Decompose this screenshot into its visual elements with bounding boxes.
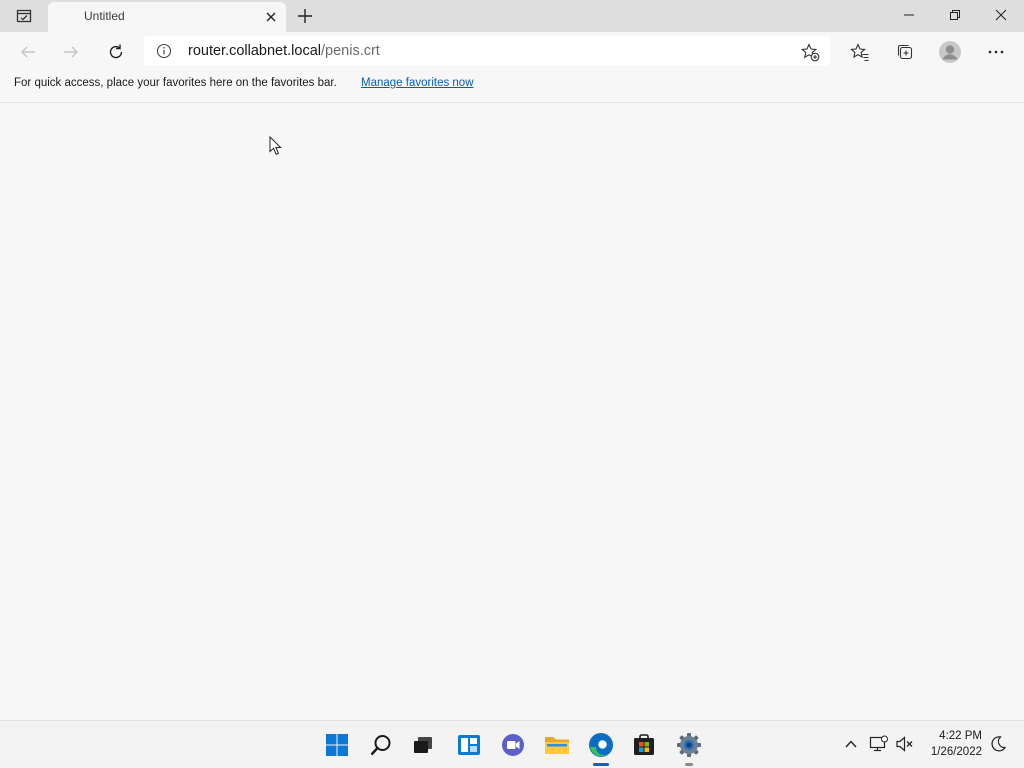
search-button[interactable]: [365, 729, 397, 761]
url-path: /penis.crt: [321, 43, 380, 59]
file-explorer-button[interactable]: [541, 729, 573, 761]
chevron-up-icon: [845, 740, 857, 748]
refresh-button[interactable]: [102, 38, 130, 66]
settings-more-button[interactable]: [982, 38, 1010, 66]
start-button[interactable]: [321, 729, 353, 761]
volume-button[interactable]: [894, 733, 916, 755]
search-icon: [370, 735, 391, 756]
refresh-icon: [109, 44, 123, 59]
taskbar: 4:22 PM 1/26/2022: [0, 720, 1024, 768]
show-hidden-icons-button[interactable]: [840, 733, 862, 755]
running-app-indicator: [685, 763, 693, 766]
restore-icon: [950, 10, 960, 20]
favorites-bar: For quick access, place your favorites h…: [0, 72, 1024, 103]
chat-button[interactable]: [497, 729, 529, 761]
store-icon: [634, 734, 654, 755]
address-bar[interactable]: router.collabnet.local/penis.crt: [144, 36, 830, 66]
settings-button[interactable]: [673, 729, 705, 761]
close-icon: [266, 12, 276, 22]
minimize-icon: [904, 14, 914, 16]
favorites-bar-message: For quick access, place your favorites h…: [14, 77, 337, 89]
forward-button[interactable]: [57, 38, 85, 66]
back-button[interactable]: [14, 38, 42, 66]
close-icon: [995, 9, 1007, 21]
network-icon: [869, 735, 888, 752]
new-tab-button[interactable]: [292, 4, 318, 28]
widgets-button[interactable]: [453, 729, 485, 761]
browser-window: Untitled router.collabnet.local/penis.cr…: [0, 0, 1024, 768]
tab-active[interactable]: Untitled: [48, 2, 286, 32]
active-app-indicator: [593, 763, 609, 766]
info-icon[interactable]: [156, 43, 172, 59]
mouse-cursor-icon: [269, 136, 282, 155]
gear-icon: [677, 733, 701, 757]
widgets-icon: [458, 735, 480, 755]
tab-actions-menu-button[interactable]: [8, 4, 40, 28]
avatar-icon: [939, 41, 961, 63]
collections-button[interactable]: [891, 38, 919, 66]
browser-toolbar: router.collabnet.local/penis.crt: [0, 32, 1024, 72]
favorites-button[interactable]: [846, 38, 874, 66]
clock-time: 4:22 PM: [939, 730, 982, 742]
arrow-left-icon: [21, 46, 35, 58]
chat-icon: [502, 734, 524, 756]
more-icon: [988, 50, 1004, 54]
file-explorer-icon: [545, 737, 569, 754]
tab-title: Untitled: [84, 9, 125, 23]
edge-taskbar-button[interactable]: [585, 729, 617, 761]
tab-actions-icon: [16, 9, 32, 23]
start-icon: [326, 734, 348, 756]
restore-button[interactable]: [932, 0, 978, 30]
network-button[interactable]: [868, 733, 890, 755]
tab-strip: Untitled: [0, 0, 1024, 32]
plus-icon: [298, 9, 312, 23]
moon-icon: [991, 736, 1007, 752]
close-window-button[interactable]: [978, 0, 1024, 30]
profile-button[interactable]: [936, 38, 964, 66]
minimize-button[interactable]: [886, 0, 932, 30]
manage-favorites-link[interactable]: Manage favorites now: [361, 77, 474, 89]
url-host: router.collabnet.local: [188, 43, 321, 59]
add-favorite-icon[interactable]: [800, 42, 820, 62]
collections-icon: [897, 44, 913, 60]
tab-close-button[interactable]: [264, 10, 278, 24]
task-view-icon: [414, 737, 432, 753]
focus-assist-button[interactable]: [987, 733, 1009, 755]
edge-icon: [589, 733, 613, 757]
task-view-button[interactable]: [407, 729, 439, 761]
favorites-icon: [850, 43, 869, 62]
store-button[interactable]: [628, 729, 660, 761]
clock-date: 1/26/2022: [930, 746, 982, 758]
url-text[interactable]: router.collabnet.local/penis.crt: [188, 43, 380, 59]
taskbar-clock[interactable]: 4:22 PM 1/26/2022: [918, 728, 982, 760]
page-content[interactable]: [0, 103, 1024, 720]
arrow-right-icon: [64, 46, 78, 58]
volume-muted-icon: [896, 736, 913, 752]
